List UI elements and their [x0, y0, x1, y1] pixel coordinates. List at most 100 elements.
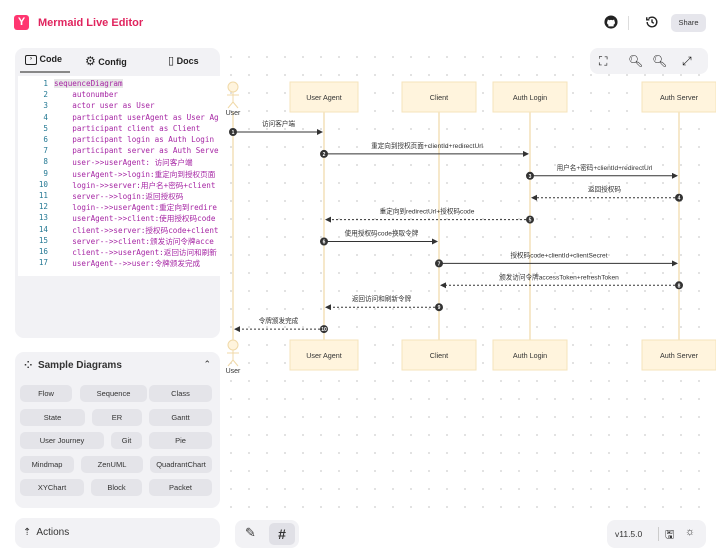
sample-gantt-button[interactable]: Gantt	[149, 408, 212, 426]
actions-panel[interactable]: ⇡ Actions	[15, 518, 220, 548]
version-bar: v11.5.0 🖫 ☼	[607, 520, 706, 548]
code-editor[interactable]: 1 sequenceDiagram 2 autonumber 3 actor user…	[18, 76, 220, 276]
line-number: 6	[43, 135, 48, 144]
line-number: 10	[38, 179, 48, 189]
sequence-number: 7	[438, 261, 441, 267]
message-arrow: 访问客户端 1	[229, 119, 323, 136]
message-arrow: 重定向到授权页面+clientId+redirectUrl 2	[320, 141, 529, 158]
code-line: userAgent->>client:使用授权码code	[54, 214, 216, 224]
sample-er-button[interactable]: ER	[92, 408, 142, 426]
line-number: 2	[43, 90, 48, 100]
line-number: 14	[38, 224, 48, 234]
share-button[interactable]: Share	[671, 14, 706, 32]
sample-user-journey-button[interactable]: User Journey	[20, 432, 104, 449]
history-icon[interactable]	[645, 15, 659, 32]
code-line: login->>server:用户名+密码+client	[54, 180, 216, 190]
pen-icon[interactable]: ✎	[245, 525, 256, 541]
active-tab-indicator	[20, 71, 70, 73]
sample-diagrams-panel: ⁘ Sample Diagrams ⌃ Flow Sequence Class Sta…	[15, 352, 220, 508]
sample-flow-button[interactable]: Flow	[20, 385, 72, 402]
save-icon[interactable]: 🖫	[665, 526, 674, 545]
sample-packet-button[interactable]: Packet	[149, 479, 212, 496]
code-line: user->>userAgent: 访问客户端	[54, 158, 193, 168]
sample-git-button[interactable]: Git	[111, 432, 142, 449]
shapes-icon: ⁘	[24, 360, 33, 371]
message-arrow: 颁发访问令牌accessToken+refreshToken 8	[440, 272, 683, 290]
message-label: 返回访问和刷新令牌	[352, 294, 412, 303]
participant-label: Auth Login	[513, 351, 547, 360]
sequence-number: 1	[232, 130, 235, 136]
code-line: server-->>client:颁发访问令牌acce	[54, 236, 214, 246]
github-icon[interactable]	[604, 15, 618, 32]
tab-code[interactable]: › Code	[25, 54, 62, 65]
grid-icon[interactable]: #	[269, 523, 295, 545]
sample-xychart-button[interactable]: XYChart	[20, 479, 84, 496]
sample-quadrantchart-button[interactable]: QuadrantChart	[150, 455, 212, 473]
actor-figure-icon	[227, 339, 239, 367]
participant-label: Auth Login	[513, 93, 547, 102]
tab-config[interactable]: ⚙ Config	[85, 54, 127, 68]
participant-label: Auth Server	[660, 351, 699, 360]
actions-label: Actions	[36, 527, 70, 538]
gear-icon: ⚙	[85, 54, 96, 68]
sample-zenuml-button[interactable]: ZenUML	[81, 455, 143, 473]
message-label: 返回授权码	[588, 185, 621, 194]
sample-diagrams-title: Sample Diagrams	[37, 360, 122, 371]
message-arrow: 令牌颁发完成 10	[234, 316, 328, 334]
zoom-out-icon[interactable]: 🔍︎	[628, 54, 643, 68]
app-title[interactable]: Mermaid Live Editor	[38, 17, 143, 29]
code-line: participant client as Client	[54, 123, 201, 133]
participant-label: Auth Server	[660, 93, 699, 102]
message-label: 用户名+密码+clientId+redirectUrl	[557, 163, 653, 172]
diagram-canvas[interactable]: User User User Agent User Agent Client Client…	[222, 48, 717, 513]
sample-pie-button[interactable]: Pie	[149, 432, 212, 449]
sequence-number: 10	[321, 327, 327, 333]
line-number: 15	[38, 235, 48, 245]
code-line: participant userAgent as User Ag	[54, 112, 219, 122]
upload-icon: ⇡	[23, 527, 32, 538]
sample-state-button[interactable]: State	[20, 408, 85, 426]
fit-screen-icon[interactable]: ⛶	[599, 54, 607, 69]
sample-sequence-button[interactable]: Sequence	[80, 385, 147, 402]
line-number: 16	[38, 247, 48, 256]
message-label: 颁发访问令牌accessToken+refreshToken	[499, 272, 619, 281]
mermaid-logo: Y	[14, 15, 29, 30]
line-number: 9	[43, 168, 48, 178]
message-label: 重定向到redirectUrl+授权码code	[380, 207, 475, 216]
message-arrow: 使用授权码code换取令牌 6	[320, 229, 438, 246]
code-line: actor user as User	[54, 101, 155, 111]
sequence-number: 5	[529, 218, 532, 224]
bottom-toolbar: ✎ #	[235, 520, 299, 548]
zoom-in-icon[interactable]: 🔍︎	[652, 54, 667, 68]
message-arrow: 返回授权码 4	[531, 185, 683, 202]
divider	[628, 16, 629, 30]
line-number: 8	[43, 157, 48, 167]
sequence-number: 9	[438, 305, 441, 311]
view-toolbar: ⛶ 🔍︎ 🔍︎ ⤢	[590, 48, 708, 74]
line-number: 11	[38, 191, 48, 200]
message-label: 访问客户端	[262, 119, 295, 128]
expand-icon[interactable]: ⤢	[682, 54, 692, 69]
actions-header[interactable]: ⇡ Actions	[23, 527, 69, 538]
code-icon: ›	[25, 54, 37, 65]
actor-label: User	[226, 368, 241, 375]
sample-block-button[interactable]: Block	[91, 479, 142, 496]
sample-class-button[interactable]: Class	[149, 385, 212, 402]
sample-diagrams-header[interactable]: ⁘ Sample Diagrams	[24, 360, 122, 371]
code-line: client-->>userAgent:返回访问和刷新	[54, 248, 217, 257]
sequence-number: 2	[323, 152, 326, 158]
theme-toggle-icon[interactable]: ☼	[685, 526, 695, 538]
book-icon: ▯	[168, 55, 175, 67]
sequence-number: 4	[678, 196, 681, 202]
tab-label: Config	[98, 57, 127, 67]
participant-label: Client	[430, 93, 448, 102]
line-number: 17	[38, 258, 48, 268]
tab-docs[interactable]: ▯ Docs	[168, 54, 199, 67]
sample-mindmap-button[interactable]: Mindmap	[20, 455, 74, 473]
actor-label: User	[226, 110, 241, 117]
line-number: 7	[43, 146, 48, 156]
sequence-number: 8	[678, 283, 681, 289]
code-line: client->>server:授权码code+client	[54, 225, 219, 235]
tab-label: Code	[39, 54, 63, 64]
collapse-chevron-icon[interactable]: ⌃	[203, 359, 211, 370]
